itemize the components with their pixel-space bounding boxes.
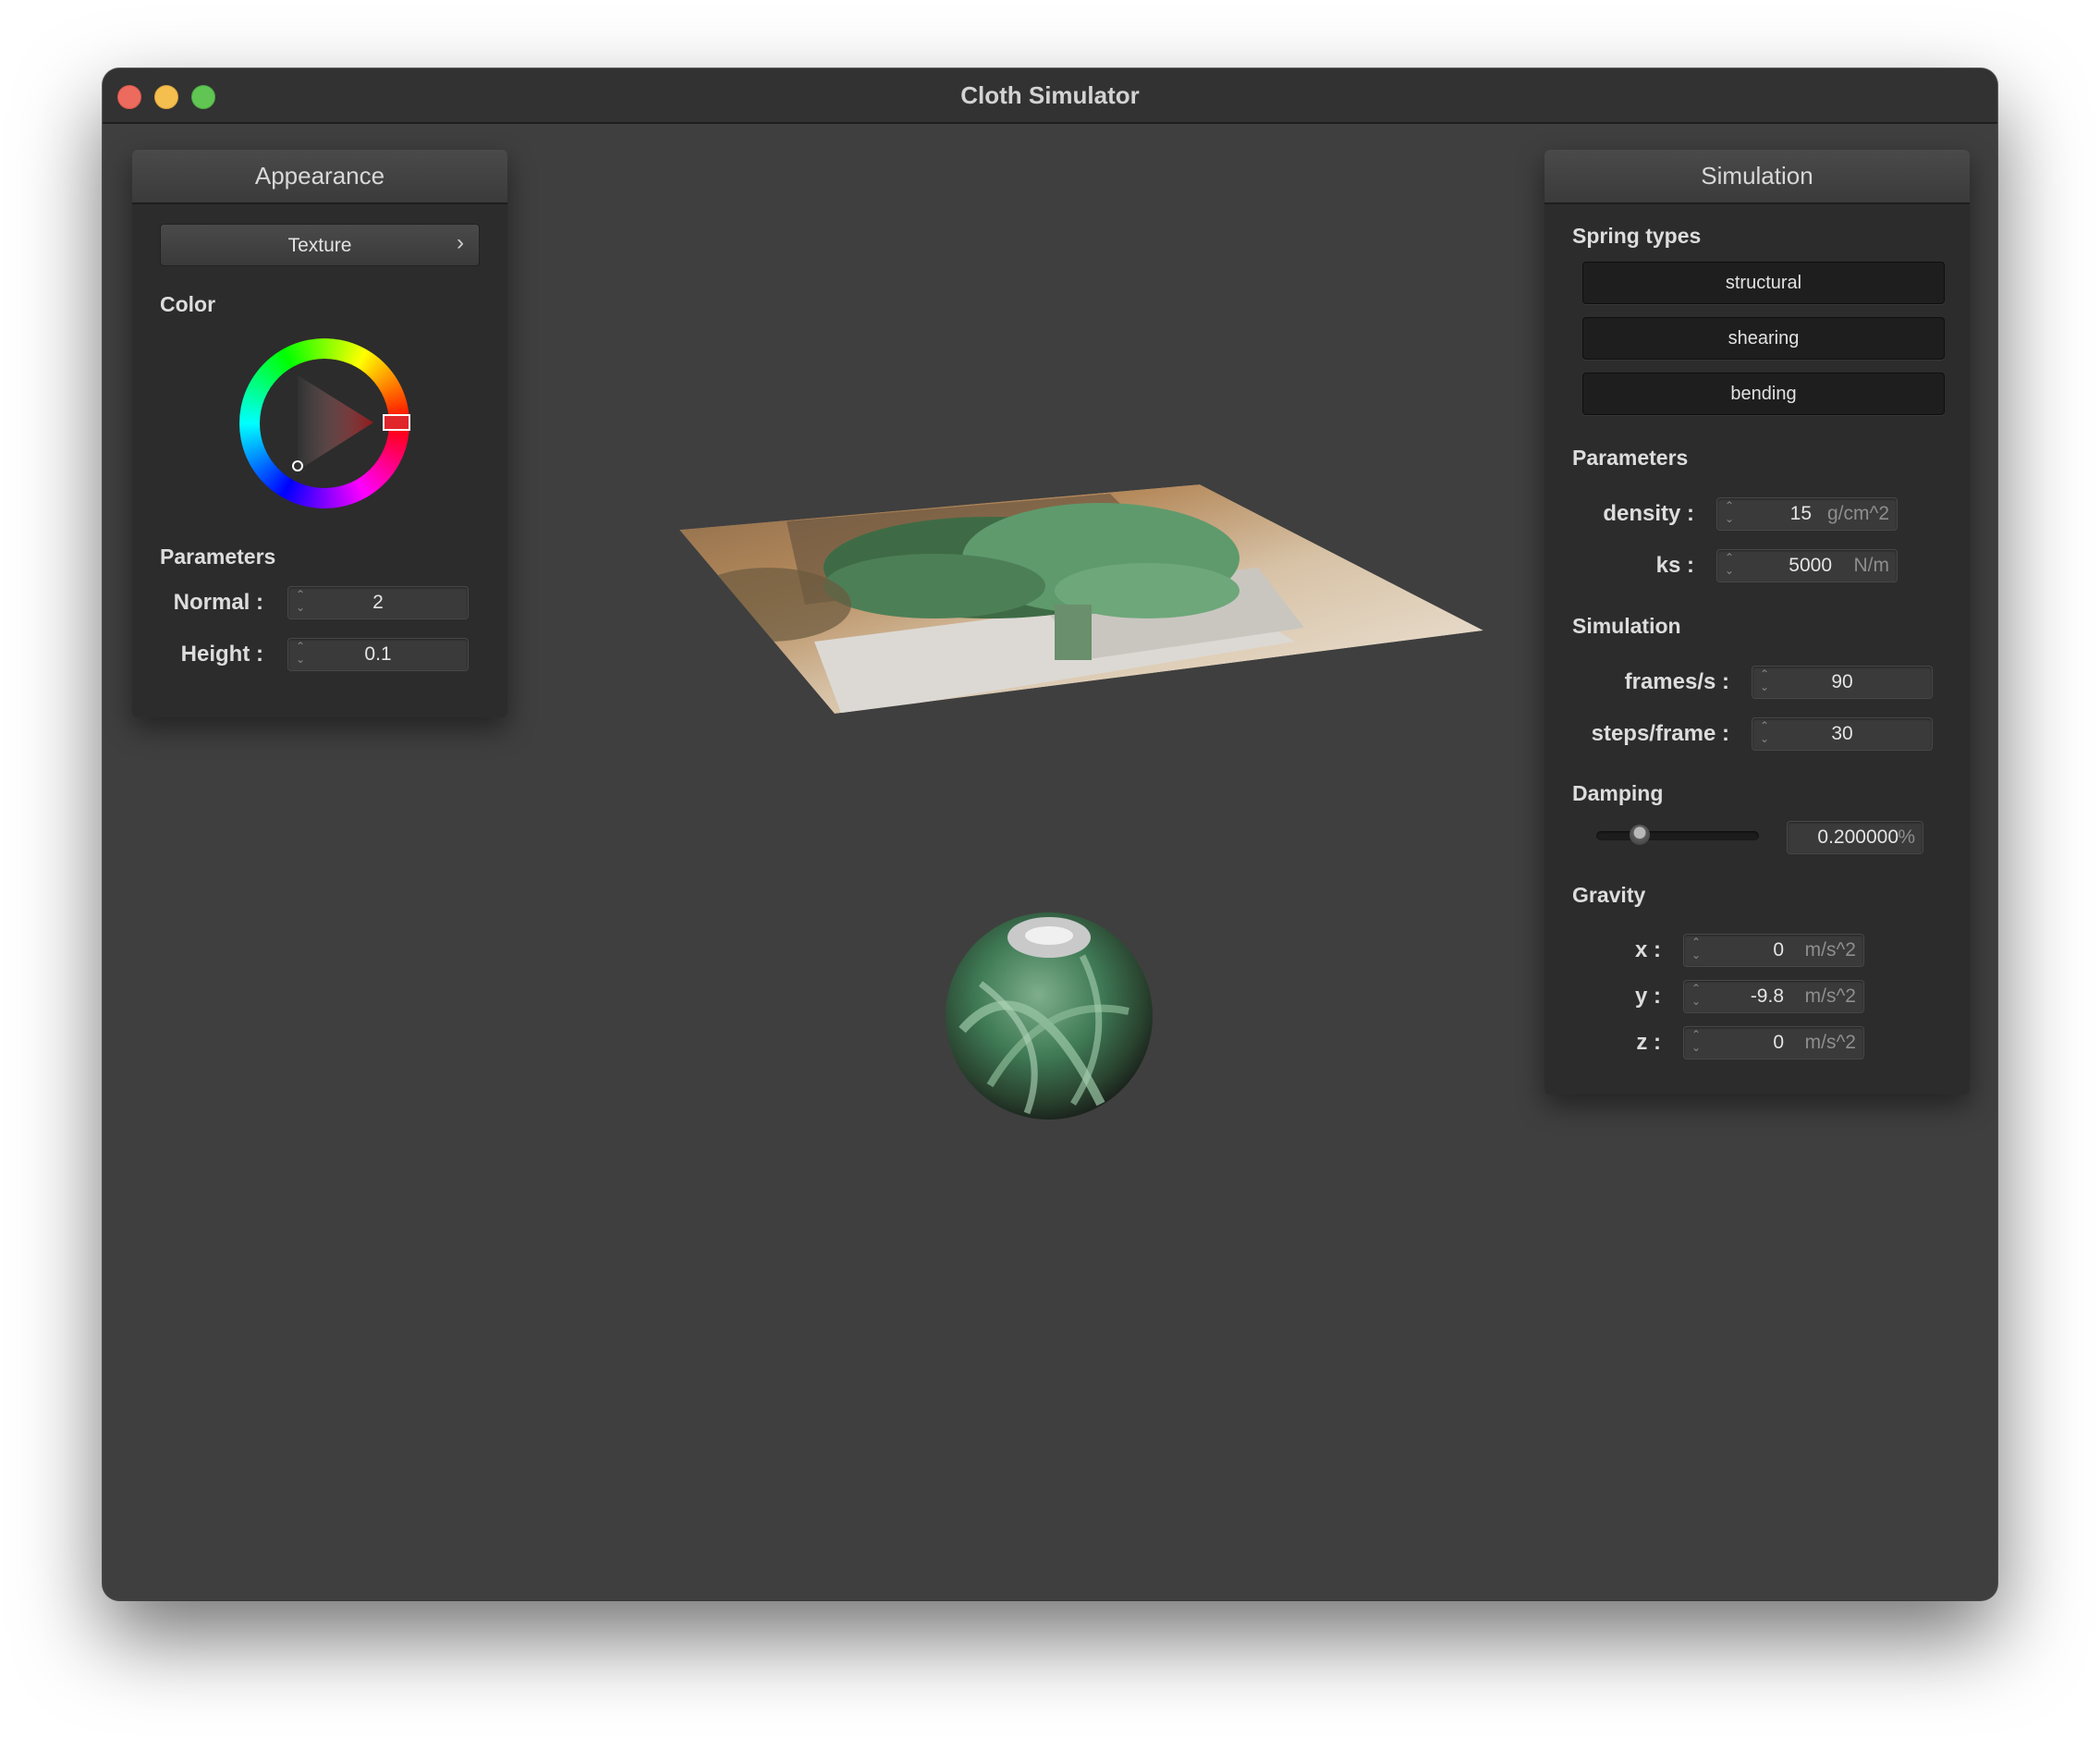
steps-label: steps/frame :	[1591, 721, 1729, 746]
parameters-section-label: Parameters	[1572, 446, 1689, 470]
simulation-section-label: Simulation	[1572, 614, 1681, 638]
ks-spinbox[interactable]: ⌃ ⌄ 5000 N/m	[1716, 549, 1898, 582]
damping-value: 0.200000	[1817, 826, 1899, 848]
title-bar: Cloth Simulator	[103, 68, 1997, 124]
app-window: Cloth Simulator Appearance Texture › Col…	[103, 68, 1997, 1600]
damping-value-box[interactable]: 0.200000 %	[1787, 821, 1923, 854]
simulation-panel-header: Simulation	[1544, 150, 1970, 204]
ks-value: 5000	[1789, 555, 1832, 576]
gravity-x-value: 0	[1773, 939, 1784, 961]
color-wheel[interactable]	[239, 338, 410, 508]
spinner-arrows-icon: ⌃ ⌄	[1725, 499, 1735, 525]
gravity-x-unit: m/s^2	[1804, 939, 1856, 961]
texture-button[interactable]: Texture ›	[160, 224, 480, 266]
normal-value: 2	[372, 592, 384, 613]
gravity-y-value: -9.8	[1750, 985, 1784, 1007]
gravity-z-spinbox[interactable]: ⌃ ⌄ 0 m/s^2	[1683, 1026, 1864, 1059]
damping-section-label: Damping	[1572, 781, 1664, 805]
hue-selector[interactable]	[383, 414, 410, 431]
damping-unit: %	[1898, 826, 1915, 848]
appearance-panel-header: Appearance	[132, 150, 507, 204]
ks-label: ks :	[1655, 553, 1694, 578]
gravity-y-unit: m/s^2	[1804, 985, 1856, 1007]
gravity-y-spinbox[interactable]: ⌃ ⌄ -9.8 m/s^2	[1683, 980, 1864, 1013]
gravity-z-value: 0	[1773, 1032, 1784, 1053]
spinner-arrows-icon: ⌃ ⌄	[1691, 1028, 1702, 1054]
window-title: Cloth Simulator	[960, 81, 1140, 109]
fps-label: frames/s :	[1624, 669, 1729, 694]
gravity-x-label: x :	[1634, 937, 1661, 962]
density-label: density :	[1603, 501, 1694, 526]
density-spinbox[interactable]: ⌃ ⌄ 15 g/cm^2	[1716, 497, 1898, 531]
chevron-right-icon: ›	[457, 230, 464, 255]
ks-unit: N/m	[1853, 555, 1890, 576]
height-value: 0.1	[364, 643, 392, 665]
density-value: 15	[1789, 503, 1812, 524]
texture-button-label: Texture	[287, 235, 352, 256]
appearance-panel: Appearance Texture › Color Parameters No…	[132, 150, 507, 717]
cloth-mesh	[679, 484, 1483, 714]
structural-toggle[interactable]: structural	[1582, 262, 1945, 304]
bending-toggle[interactable]: bending	[1582, 373, 1945, 415]
spring-types-label: Spring types	[1572, 224, 1702, 248]
density-unit: g/cm^2	[1826, 503, 1889, 524]
gravity-section-label: Gravity	[1572, 883, 1646, 907]
steps-spinbox[interactable]: ⌃ ⌄ 30	[1752, 717, 1933, 751]
gravity-x-spinbox[interactable]: ⌃ ⌄ 0 m/s^2	[1683, 934, 1864, 967]
spinner-arrows-icon: ⌃ ⌄	[1691, 982, 1702, 1008]
gravity-z-label: z :	[1636, 1030, 1661, 1055]
simulation-panel: Simulation Spring types structural shear…	[1544, 150, 1970, 1095]
shearing-toggle[interactable]: shearing	[1582, 317, 1945, 360]
height-label: Height :	[180, 642, 263, 667]
damping-slider[interactable]	[1596, 825, 1759, 845]
spinner-arrows-icon: ⌃ ⌄	[1691, 936, 1702, 961]
spinner-arrows-icon: ⌃ ⌄	[1725, 551, 1735, 577]
collision-sphere	[946, 912, 1153, 1120]
fps-value: 90	[1831, 671, 1853, 692]
steps-value: 30	[1831, 723, 1853, 744]
color-section-label: Color	[160, 292, 216, 316]
fps-spinbox[interactable]: ⌃ ⌄ 90	[1752, 666, 1933, 699]
normal-spinbox[interactable]: ⌃ ⌄ 2	[287, 586, 469, 619]
damping-slider-handle[interactable]	[1630, 825, 1650, 845]
gravity-y-label: y :	[1634, 984, 1661, 1009]
normal-label: Normal :	[173, 590, 263, 615]
gravity-z-unit: m/s^2	[1804, 1032, 1856, 1053]
parameters-section-label: Parameters	[160, 545, 276, 569]
height-spinbox[interactable]: ⌃ ⌄ 0.1	[287, 638, 469, 671]
